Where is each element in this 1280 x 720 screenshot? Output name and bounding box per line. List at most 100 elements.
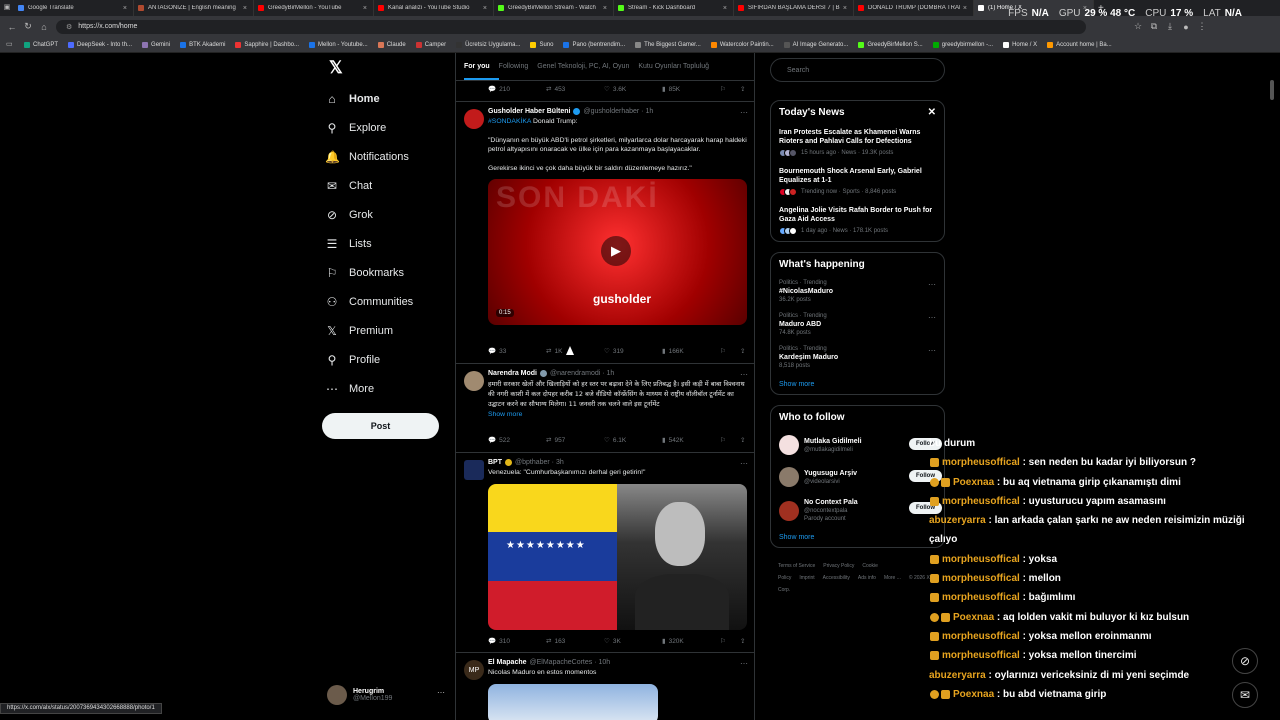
nav-item-communities[interactable]: ⚇ Communities — [325, 287, 445, 316]
more-icon[interactable]: ⋯ — [928, 346, 936, 355]
tab-tech[interactable]: Genel Teknoloji, PC, AI, Oyun — [537, 63, 638, 70]
news-item[interactable]: Angelina Jolie Visits Rafah Border to Pu… — [779, 206, 936, 235]
scrollbar[interactable] — [1270, 80, 1274, 100]
close-icon[interactable]: × — [963, 5, 967, 12]
profile-icon[interactable]: ● — [1178, 22, 1194, 32]
account-switcher[interactable]: Herugrim @Mellon199 ⋯ — [327, 680, 447, 710]
footer-link[interactable]: Terms of Service — [778, 563, 815, 569]
browser-tab[interactable]: Google Translate × — [14, 0, 134, 16]
window-menu-icon[interactable]: ▣ — [0, 0, 14, 16]
close-icon[interactable]: × — [603, 5, 607, 12]
show-more-link[interactable]: Show more — [488, 410, 748, 420]
reply-button[interactable]: 💬 33 — [488, 347, 546, 356]
messages-icon[interactable]: ✉ — [1232, 682, 1258, 708]
footer-link[interactable]: Imprint — [799, 575, 814, 581]
follow-suggestion[interactable]: Mutlaka Gidilmeli @mutlakagidilmeli Follow — [779, 435, 942, 455]
post-image[interactable] — [488, 683, 658, 720]
back-icon[interactable]: ← — [4, 22, 20, 32]
video-player[interactable]: SON DAKİ ▶ gusholder 0:15 — [488, 179, 747, 325]
bookmark-item[interactable]: Claude — [377, 41, 406, 48]
browser-tab[interactable]: GreedyBirMellon Stream - Watch × — [494, 0, 614, 16]
post[interactable]: ⋯ Gusholder Haber Bülteni @gusholderhaber… — [456, 101, 754, 363]
nav-item-notifications[interactable]: 🔔 Notifications — [325, 142, 445, 171]
star-icon[interactable]: ☆ — [1130, 21, 1146, 32]
bookmark-button[interactable]: ⚐ — [720, 436, 740, 444]
nav-item-grok[interactable]: ⊘ Grok — [325, 200, 445, 229]
follow-suggestion[interactable]: Yugusugu Arşiv @videolarsivi Follow — [779, 467, 942, 487]
close-icon[interactable]: × — [123, 5, 127, 12]
close-icon[interactable]: × — [483, 5, 487, 12]
bookmark-item[interactable]: BTK Akademi — [180, 41, 225, 48]
download-icon[interactable]: ⤓ — [1162, 21, 1178, 32]
trend-item[interactable]: Politics · Trending Maduro ABD 74.8K posts… — [779, 313, 936, 336]
reload-icon[interactable]: ↻ — [20, 21, 36, 32]
repost-button[interactable]: ⇄ 1K — [546, 347, 604, 356]
repost-button[interactable]: ⇄ 453 — [546, 85, 604, 94]
bookmark-item[interactable]: greedybirmellon -... — [932, 41, 993, 48]
views-button[interactable]: ▮ 166K — [662, 347, 720, 356]
close-icon[interactable]: × — [723, 5, 727, 12]
share-button[interactable]: ⇪ — [740, 347, 754, 355]
follow-suggestion[interactable]: No Context Pala @nocontextpala Parody acco… — [779, 499, 942, 522]
more-icon[interactable]: ⋯ — [928, 313, 936, 322]
nav-item-home[interactable]: ⌂ Home — [325, 84, 445, 113]
more-icon[interactable]: ⋯ — [437, 688, 445, 697]
reply-button[interactable]: 💬 210 — [488, 85, 546, 94]
bookmark-item[interactable]: GreedyBirMellon S... — [858, 41, 923, 48]
trend-item[interactable]: Politics · Trending #NicolasMaduro 36.2K p… — [779, 280, 936, 303]
extensions-icon[interactable]: ⧉ — [1146, 21, 1162, 32]
like-button[interactable]: ♡ 6.1K — [604, 436, 662, 445]
bookmark-button[interactable]: ⚐ — [720, 85, 740, 93]
share-button[interactable]: ⇪ — [740, 85, 754, 93]
footer-link[interactable]: Accessibility — [823, 575, 850, 581]
reply-button[interactable]: 💬 310 — [488, 637, 546, 646]
show-more-link[interactable]: Show more — [779, 534, 936, 541]
close-icon[interactable]: × — [843, 5, 847, 12]
bookmark-item[interactable]: Camper — [415, 41, 446, 48]
nav-item-premium[interactable]: 𝕏 Premium — [325, 316, 445, 345]
views-button[interactable]: ▮ 320K — [662, 637, 720, 646]
bookmark-item[interactable]: Sapphire | Dashbo... — [235, 41, 299, 48]
author-name[interactable]: El Mapache — [488, 659, 527, 666]
bookmark-item[interactable]: Gemini — [142, 41, 170, 48]
like-button[interactable]: ♡ 3.6K — [604, 85, 662, 94]
bookmark-item[interactable]: Mellon - Youtube... — [309, 41, 368, 48]
footer-link[interactable]: More ... — [884, 575, 901, 581]
nav-item-chat[interactable]: ✉ Chat — [325, 171, 445, 200]
nav-item-explore[interactable]: ⚲ Explore — [325, 113, 445, 142]
author-name[interactable]: BPT — [488, 459, 502, 466]
bookmark-item[interactable]: ChatGPT — [24, 41, 58, 48]
views-button[interactable]: ▮ 542K — [662, 436, 720, 445]
bookmark-button[interactable]: ⚐ — [720, 347, 740, 355]
close-icon[interactable]: × — [363, 5, 367, 12]
search-input[interactable]: Search — [770, 58, 945, 82]
author-name[interactable]: Narendra Modi — [488, 370, 537, 377]
post-image[interactable]: ★★★★★★★★ — [488, 483, 747, 630]
browser-tab[interactable]: SIFIRDAN BAŞLAMA DERSİ 7 | BU × — [734, 0, 854, 16]
bookmark-item[interactable]: Suno — [530, 41, 553, 48]
menu-icon[interactable]: ⋮ — [1194, 21, 1210, 32]
browser-tab[interactable]: Stream - Kick Dashboard × — [614, 0, 734, 16]
post[interactable]: MP ⋯ El Mapache @ElMapacheCortes · 10h Ni… — [456, 652, 754, 720]
like-button[interactable]: ♡ 319 — [604, 347, 662, 356]
post-button[interactable]: Post — [322, 413, 439, 439]
bookmark-item[interactable]: Account home | Ba... — [1047, 41, 1112, 48]
bookmarks-apps-icon[interactable]: ▭ — [6, 40, 13, 48]
tab-board-games[interactable]: Kutu Oyunları Topluluğ — [638, 63, 718, 70]
footer-link[interactable]: Ads info — [858, 575, 876, 581]
views-button[interactable]: ▮ 85K — [662, 85, 720, 94]
browser-tab[interactable]: DONALD TRUMP (DOMBRA TRAP × — [854, 0, 974, 16]
author-name[interactable]: Gusholder Haber Bülteni — [488, 108, 570, 115]
tab-following[interactable]: Following — [499, 63, 538, 70]
nav-item-lists[interactable]: ☰ Lists — [325, 229, 445, 258]
x-logo-icon[interactable]: 𝕏 — [329, 58, 445, 78]
tab-for-you[interactable]: For you — [464, 63, 499, 80]
post[interactable]: ⋯ BPT @bpthaber · 3h Venezuela: "Cumhurba… — [456, 452, 754, 652]
home-browser-icon[interactable]: ⌂ — [36, 22, 52, 32]
bookmark-item[interactable]: DeepSeek - Into th... — [68, 41, 132, 48]
nav-item-more[interactable]: ⋯ More — [325, 374, 445, 403]
more-icon[interactable]: ⋯ — [928, 280, 936, 289]
browser-tab[interactable]: Kanal analizi - YouTube Studio × — [374, 0, 494, 16]
site-info-icon[interactable]: ⚙ — [66, 23, 72, 31]
share-button[interactable]: ⇪ — [740, 436, 754, 444]
